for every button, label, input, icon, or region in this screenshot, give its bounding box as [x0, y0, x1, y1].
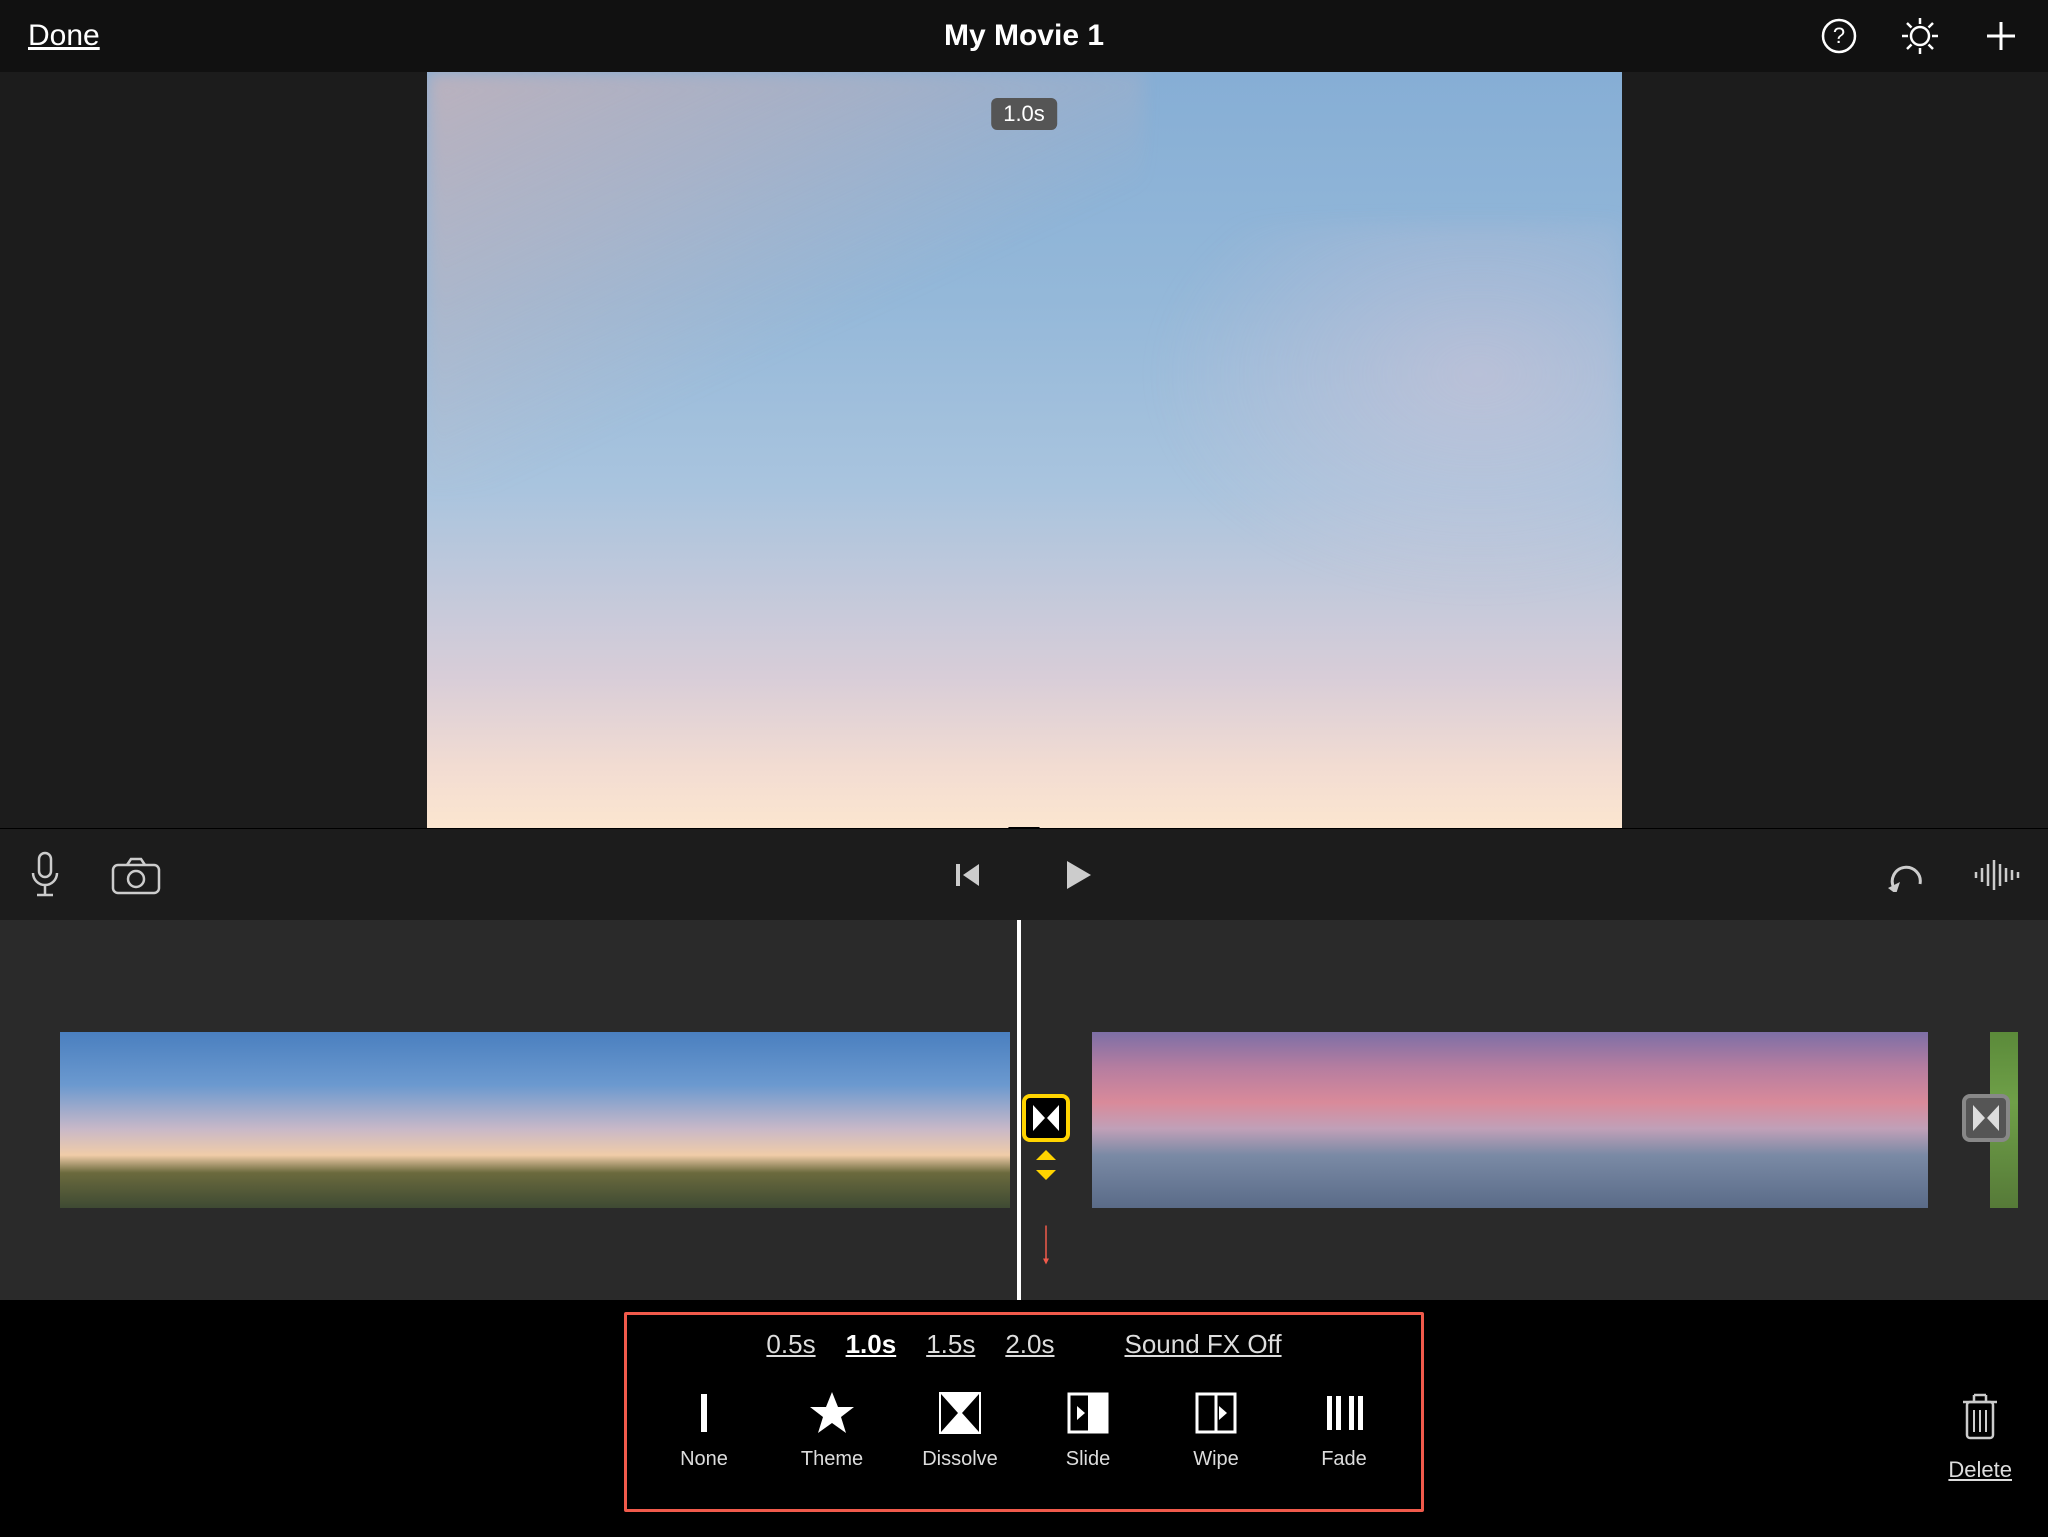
skip-to-start-icon[interactable] — [953, 860, 983, 890]
settings-gear-icon[interactable] — [1900, 16, 1940, 56]
theme-star-icon — [807, 1388, 857, 1438]
transition-expand-icon[interactable] — [1034, 1148, 1058, 1182]
transition-type-none[interactable]: None — [668, 1388, 740, 1471]
camera-icon[interactable] — [110, 855, 162, 895]
transition-type-theme[interactable]: Theme — [796, 1388, 868, 1471]
timeline[interactable] — [0, 920, 2048, 1300]
slide-icon — [1063, 1388, 1113, 1438]
transition-type-wipe[interactable]: Wipe — [1180, 1388, 1252, 1471]
project-title: My Movie 1 — [944, 19, 1104, 52]
transition-marker-2[interactable] — [1962, 1094, 2010, 1142]
transition-inspector-panel: 0.5s 1.0s 1.5s 2.0s Sound FX Off None Th… — [624, 1312, 1424, 1512]
duration-options-row: 0.5s 1.0s 1.5s 2.0s Sound FX Off — [766, 1329, 1281, 1360]
play-icon[interactable] — [1059, 857, 1095, 893]
transition-type-fade[interactable]: Fade — [1308, 1388, 1380, 1471]
done-button[interactable]: Done — [28, 19, 100, 52]
audio-waveform-icon[interactable] — [1972, 858, 2020, 892]
preview-frame[interactable]: 1.0s — [427, 72, 1622, 828]
add-media-icon[interactable] — [1982, 17, 2020, 55]
duration-option-2[interactable]: 1.5s — [926, 1329, 975, 1360]
transition-type-dissolve[interactable]: Dissolve — [924, 1388, 996, 1471]
fade-icon — [1319, 1388, 1369, 1438]
none-icon — [679, 1388, 729, 1438]
transition-marker-selected[interactable] — [1022, 1094, 1070, 1142]
duration-option-1[interactable]: 1.0s — [846, 1329, 897, 1360]
trash-icon — [1959, 1390, 2001, 1447]
transition-label: Dissolve — [922, 1448, 998, 1471]
transition-types-row: None Theme Dissolve Slide — [668, 1388, 1380, 1471]
microphone-icon[interactable] — [28, 851, 62, 899]
duration-option-3[interactable]: 2.0s — [1005, 1329, 1054, 1360]
preview-area: 1.0s — [0, 72, 2048, 828]
delete-button[interactable]: Delete — [1948, 1390, 2012, 1483]
annotation-arrow-icon — [1043, 1180, 1049, 1300]
help-icon[interactable]: ? — [1820, 17, 1858, 55]
timeline-clip-1[interactable] — [60, 1032, 1010, 1208]
timeline-clip-2[interactable] — [1092, 1032, 1928, 1208]
duration-option-0[interactable]: 0.5s — [766, 1329, 815, 1360]
sound-fx-toggle[interactable]: Sound FX Off — [1125, 1329, 1282, 1360]
transition-label: None — [680, 1448, 728, 1471]
transition-label: Theme — [801, 1448, 863, 1471]
dissolve-icon — [935, 1388, 985, 1438]
transition-label: Fade — [1321, 1448, 1367, 1471]
delete-label: Delete — [1948, 1457, 2012, 1483]
transition-label: Slide — [1066, 1448, 1110, 1471]
svg-text:?: ? — [1833, 23, 1845, 48]
transition-type-slide[interactable]: Slide — [1052, 1388, 1124, 1471]
transition-label: Wipe — [1193, 1448, 1239, 1471]
undo-icon[interactable] — [1884, 858, 1926, 892]
header-bar: Done My Movie 1 ? — [0, 0, 2048, 72]
transport-toolbar — [0, 828, 2048, 920]
transition-inspector: 0.5s 1.0s 1.5s 2.0s Sound FX Off None Th… — [0, 1300, 2048, 1537]
wipe-icon — [1191, 1388, 1241, 1438]
transition-duration-badge: 1.0s — [991, 98, 1057, 130]
